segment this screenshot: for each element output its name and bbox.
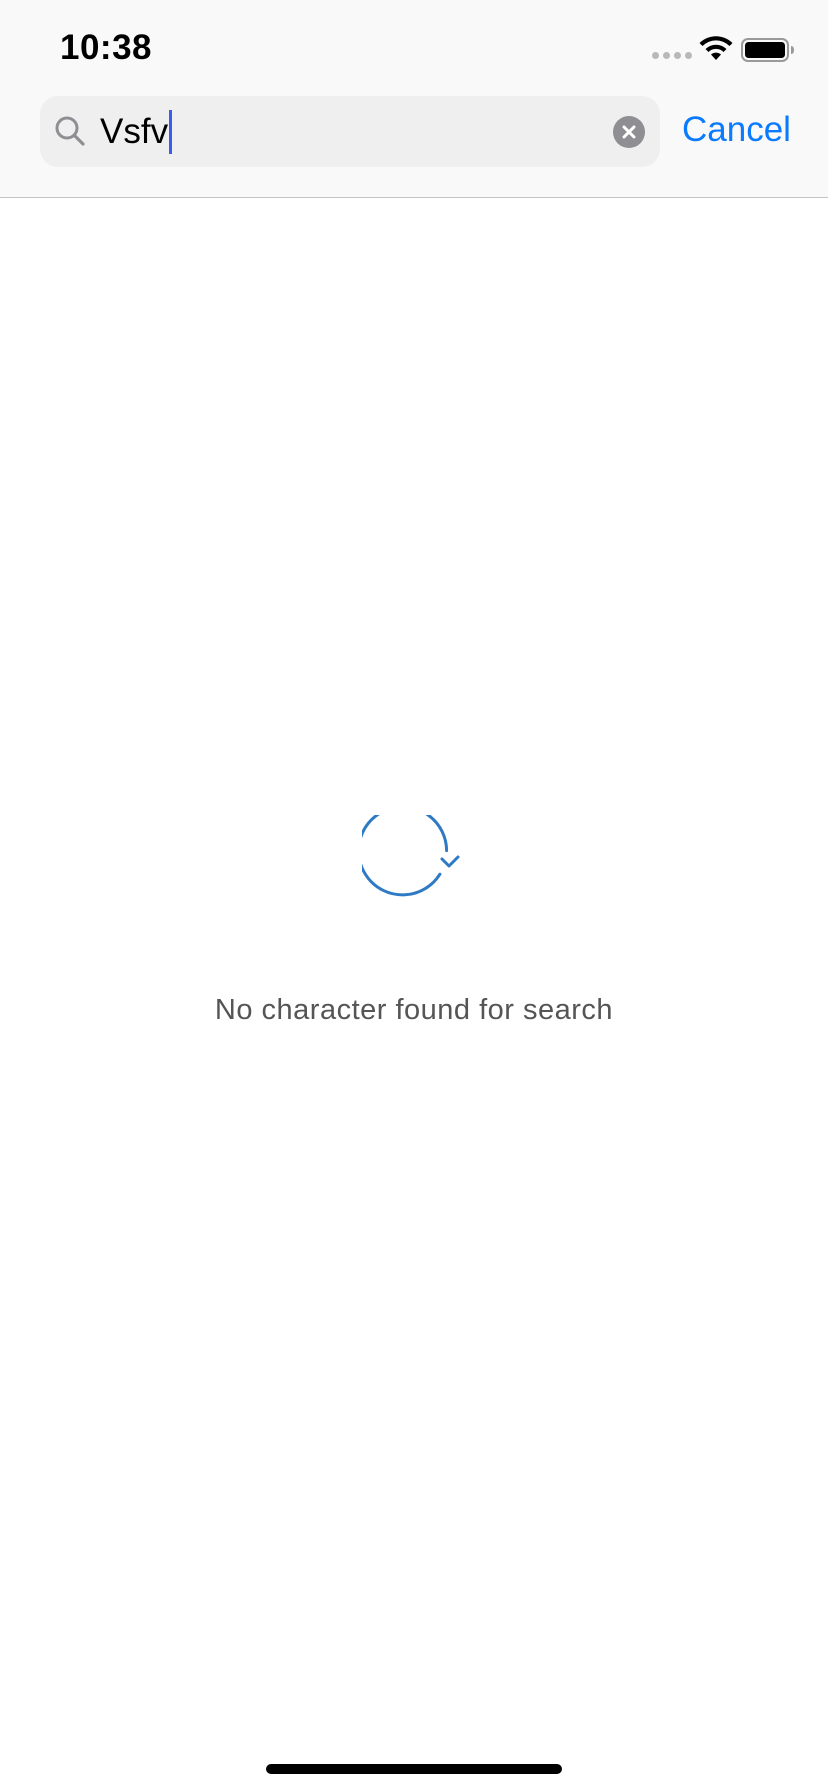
- search-header: Vsfv Cancel: [0, 96, 828, 198]
- text-cursor: [169, 109, 173, 154]
- status-time: 10:38: [60, 28, 153, 67]
- clear-search-icon[interactable]: [613, 116, 645, 148]
- cancel-button[interactable]: Cancel: [682, 110, 791, 150]
- home-indicator[interactable]: [266, 1764, 562, 1774]
- search-field[interactable]: Vsfv: [40, 96, 660, 167]
- empty-state-message: No character found for search: [214, 994, 614, 1026]
- search-input[interactable]: Vsfv: [100, 106, 173, 157]
- status-bar: 10:38: [0, 0, 828, 96]
- search-icon: [55, 116, 85, 146]
- wifi-icon: [699, 36, 733, 60]
- search-query: Vsfv: [100, 111, 169, 151]
- refresh-icon: [362, 815, 460, 897]
- battery-icon: [741, 38, 794, 62]
- signal-strength-icon: [652, 52, 692, 59]
